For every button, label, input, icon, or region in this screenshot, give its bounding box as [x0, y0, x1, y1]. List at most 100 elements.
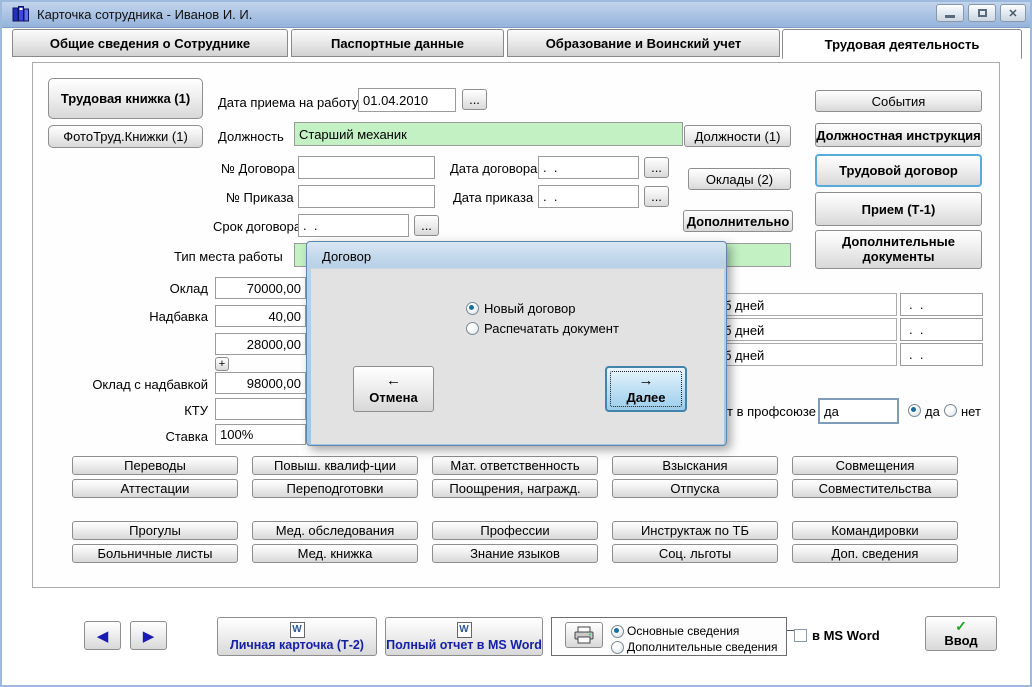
events-button[interactable]: События — [815, 90, 982, 112]
word-document-icon: W — [290, 622, 305, 638]
order-no-input[interactable] — [298, 185, 435, 208]
languages-button[interactable]: Знание языков — [432, 544, 598, 563]
attestations-button[interactable]: Аттестации — [72, 479, 238, 498]
penalties-button[interactable]: Взыскания — [612, 456, 778, 475]
rewards-button[interactable]: Поощрения, награжд. — [432, 479, 598, 498]
print-additional-info-radio[interactable] — [611, 641, 624, 654]
salary-label: Оклад — [60, 281, 208, 296]
vacation-date-input[interactable] — [900, 293, 983, 316]
contract-no-input[interactable] — [298, 156, 435, 179]
retraining-button[interactable]: Переподготовки — [252, 479, 418, 498]
absences-button[interactable]: Прогулы — [72, 521, 238, 540]
close-icon: ✕ — [1008, 7, 1017, 20]
tab-passport-data[interactable]: Паспортные данные — [291, 29, 504, 57]
tab-education-military[interactable]: Образование и Воинский учет — [507, 29, 780, 57]
connector-line — [787, 630, 794, 631]
check-icon: ✓ — [955, 619, 967, 634]
arrow-right-icon: ▶ — [143, 627, 155, 645]
sick-leaves-button[interactable]: Больничные листы — [72, 544, 238, 563]
minimize-icon — [945, 15, 955, 18]
vacations-button[interactable]: Отпуска — [612, 479, 778, 498]
medical-examinations-button[interactable]: Мед. обследования — [252, 521, 418, 540]
secondary-jobs-button[interactable]: Совместительства — [792, 479, 958, 498]
union-no-radio[interactable] — [944, 404, 957, 417]
button-label: Мат. ответственность — [450, 458, 579, 473]
allowance-amount-input[interactable] — [215, 333, 306, 355]
full-report-word-button[interactable]: W Полный отчет в MS Word — [385, 617, 543, 656]
add-allowance-button[interactable]: + — [215, 357, 229, 371]
app-books-icon — [12, 5, 32, 23]
print-button[interactable] — [565, 622, 603, 648]
titlebar[interactable]: Карточка сотрудника - Иванов И. И. ✕ — [0, 0, 1032, 28]
prev-record-button[interactable]: ◀ — [84, 621, 121, 650]
contract-dialog[interactable]: Договор Новый договор Распечатать докуме… — [306, 241, 727, 446]
order-date-input[interactable] — [538, 185, 639, 208]
additional-button[interactable]: Дополнительно — [683, 210, 793, 232]
next-record-button[interactable]: ▶ — [130, 621, 167, 650]
button-label: Профессии — [480, 523, 549, 538]
vacation-date-input[interactable] — [900, 318, 983, 341]
hire-date-browse-button[interactable]: ... — [462, 89, 487, 110]
new-contract-radio[interactable] — [466, 302, 479, 315]
medical-book-button[interactable]: Мед. книжка — [252, 544, 418, 563]
contract-term-browse-button[interactable]: ... — [414, 215, 439, 236]
cancel-label: Отмена — [369, 390, 417, 406]
button-label: Инструктаж по ТБ — [641, 523, 749, 538]
social-benefits-button[interactable]: Соц. льготы — [612, 544, 778, 563]
print-basic-info-radio[interactable] — [611, 625, 624, 638]
transfers-button[interactable]: Переводы — [72, 456, 238, 475]
additional-documents-button[interactable]: Дополнительные документы — [815, 230, 982, 269]
hire-date-input[interactable] — [358, 88, 456, 112]
allowance-percent-input[interactable] — [215, 305, 306, 327]
tab-work-activity[interactable]: Трудовая деятельность — [782, 29, 1022, 59]
salary-input[interactable] — [215, 277, 306, 299]
salary-total-input[interactable] — [215, 372, 306, 394]
union-input[interactable] — [818, 398, 899, 424]
photo-work-book-button[interactable]: ФотоТруд.Книжки (1) — [48, 125, 203, 148]
close-button[interactable]: ✕ — [1000, 4, 1026, 22]
work-book-button[interactable]: Трудовая книжка (1) — [48, 78, 203, 119]
minimize-button[interactable] — [936, 4, 964, 22]
ktu-input[interactable] — [215, 398, 306, 420]
union-yes-radio[interactable] — [908, 404, 921, 417]
business-trips-button[interactable]: Командировки — [792, 521, 958, 540]
cancel-button[interactable]: ← Отмена — [353, 366, 434, 412]
combinations-button[interactable]: Совмещения — [792, 456, 958, 475]
position-input[interactable] — [294, 122, 683, 146]
job-description-button[interactable]: Должностная инструкция — [815, 123, 982, 147]
order-date-browse-button[interactable]: ... — [644, 186, 669, 207]
contract-date-browse-button[interactable]: ... — [644, 157, 669, 178]
tab-label: Трудовая деятельность — [825, 37, 980, 52]
ellipsis-icon: ... — [651, 189, 662, 204]
button-label: Совместительства — [819, 481, 932, 496]
ellipsis-icon: ... — [421, 218, 432, 233]
hiring-t1-label: Прием (Т-1) — [862, 202, 936, 217]
enter-button[interactable]: ✓ Ввод — [925, 616, 997, 651]
maximize-button[interactable] — [968, 4, 996, 22]
rate-input[interactable] — [215, 424, 306, 445]
tab-general-info[interactable]: Общие сведения о Сотруднике — [12, 29, 288, 57]
material-responsibility-button[interactable]: Мат. ответственность — [432, 456, 598, 475]
union-yes-label: да — [925, 404, 940, 419]
word-letter: W — [292, 624, 301, 635]
next-button[interactable]: → Далее — [605, 366, 687, 412]
hiring-t1-button[interactable]: Прием (Т-1) — [815, 192, 982, 226]
vacation-date-input[interactable] — [900, 343, 983, 366]
dialog-title: Договор — [322, 249, 371, 264]
safety-briefing-button[interactable]: Инструктаж по ТБ — [612, 521, 778, 540]
positions-label: Должности (1) — [695, 129, 781, 144]
labor-contract-button[interactable]: Трудовой договор — [815, 154, 982, 187]
contract-term-input[interactable] — [298, 214, 409, 237]
additional-info-button[interactable]: Доп. сведения — [792, 544, 958, 563]
arrow-left-icon: ← — [386, 372, 401, 391]
positions-button[interactable]: Должности (1) — [684, 125, 791, 147]
ms-word-checkbox[interactable] — [794, 629, 807, 642]
print-document-radio[interactable] — [466, 322, 479, 335]
personal-card-t2-button[interactable]: W Личная карточка (Т-2) — [217, 617, 377, 656]
professions-button[interactable]: Профессии — [432, 521, 598, 540]
salaries-button[interactable]: Оклады (2) — [688, 168, 791, 190]
qualification-upgrade-button[interactable]: Повыш. квалиф-ции — [252, 456, 418, 475]
events-label: События — [872, 94, 926, 109]
contract-date-input[interactable] — [538, 156, 639, 179]
vacation-row-text: б дней — [724, 323, 764, 338]
